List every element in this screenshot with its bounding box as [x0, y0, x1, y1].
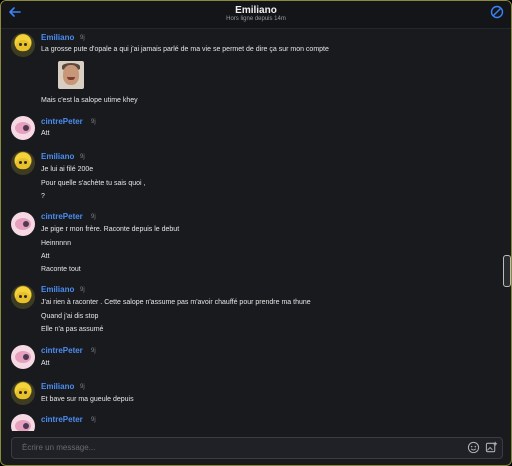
message-text: ?: [41, 193, 45, 200]
message-text: La grosse pute d'opale a qui j'ai jamais…: [41, 46, 329, 53]
author-name[interactable]: Emiliano: [41, 285, 74, 294]
emiliano-avatar[interactable]: [11, 33, 35, 57]
emiliano-avatar[interactable]: [11, 381, 35, 405]
message-text: Je pige r mon frère. Raconte depuis le d…: [41, 226, 180, 233]
chat-window: Emiliano Hors ligne depuis 14m Emiliano …: [0, 0, 512, 466]
cintrepeter-avatar[interactable]: [11, 414, 35, 431]
emiliano-avatar[interactable]: [11, 151, 35, 175]
author-name[interactable]: cintrePeter: [41, 346, 83, 355]
message-time: 9j: [80, 154, 85, 160]
author-name[interactable]: Emiliano: [41, 152, 74, 161]
message-composer: [11, 437, 503, 459]
cintrepeter-avatar[interactable]: [11, 345, 35, 369]
message-text: Heinnnnn: [41, 240, 71, 247]
message-time: 9j: [91, 417, 96, 423]
cintrepeter-avatar[interactable]: [11, 212, 35, 236]
image-add-icon[interactable]: [485, 441, 498, 454]
message-text: Att: [41, 130, 50, 137]
message-text: Elle n'a pas assumé: [41, 326, 104, 333]
message-time: 9j: [80, 287, 85, 293]
block-icon[interactable]: [489, 4, 505, 20]
message-text: Raconte tout: [41, 266, 81, 273]
message-time: 9j: [91, 348, 96, 354]
message-text: J'ai rien à raconter . Cette salope n'as…: [41, 299, 311, 306]
message-input[interactable]: [22, 440, 452, 454]
author-name[interactable]: cintrePeter: [41, 117, 83, 126]
author-name[interactable]: Emiliano: [41, 382, 74, 391]
author-name[interactable]: cintrePeter: [41, 415, 83, 424]
risitas-sticker: [58, 61, 84, 89]
message-text: Je lui ai filé 200e: [41, 166, 94, 173]
cintrepeter-avatar[interactable]: [11, 116, 35, 140]
message-text: Et bave sur ma gueule depuis: [41, 396, 134, 403]
message-time: 9j: [91, 119, 96, 125]
message-text: Att: [41, 253, 50, 260]
message-list: Emiliano 9j La grosse pute d'opale a qui…: [1, 29, 511, 431]
emiliano-avatar[interactable]: [11, 285, 35, 309]
chat-header: Emiliano Hors ligne depuis 14m: [1, 1, 511, 29]
message-text: Quand j'ai dis stop: [41, 313, 99, 320]
message-text: Att: [41, 360, 50, 367]
message-time: 9j: [80, 384, 85, 390]
scrollbar-thumb[interactable]: [503, 255, 511, 287]
author-name[interactable]: Emiliano: [41, 33, 74, 42]
author-name[interactable]: cintrePeter: [41, 212, 83, 221]
chat-status: Hors ligne depuis 14m: [226, 16, 286, 22]
message-text: Mais c'est la salope utime khey: [41, 97, 138, 104]
chat-title: Emiliano: [235, 5, 277, 16]
message-text: Pour quelle s'achète tu sais quoi ,: [41, 180, 146, 187]
emoji-icon[interactable]: [467, 441, 480, 454]
message-time: 9j: [91, 214, 96, 220]
message-time: 9j: [80, 35, 85, 41]
